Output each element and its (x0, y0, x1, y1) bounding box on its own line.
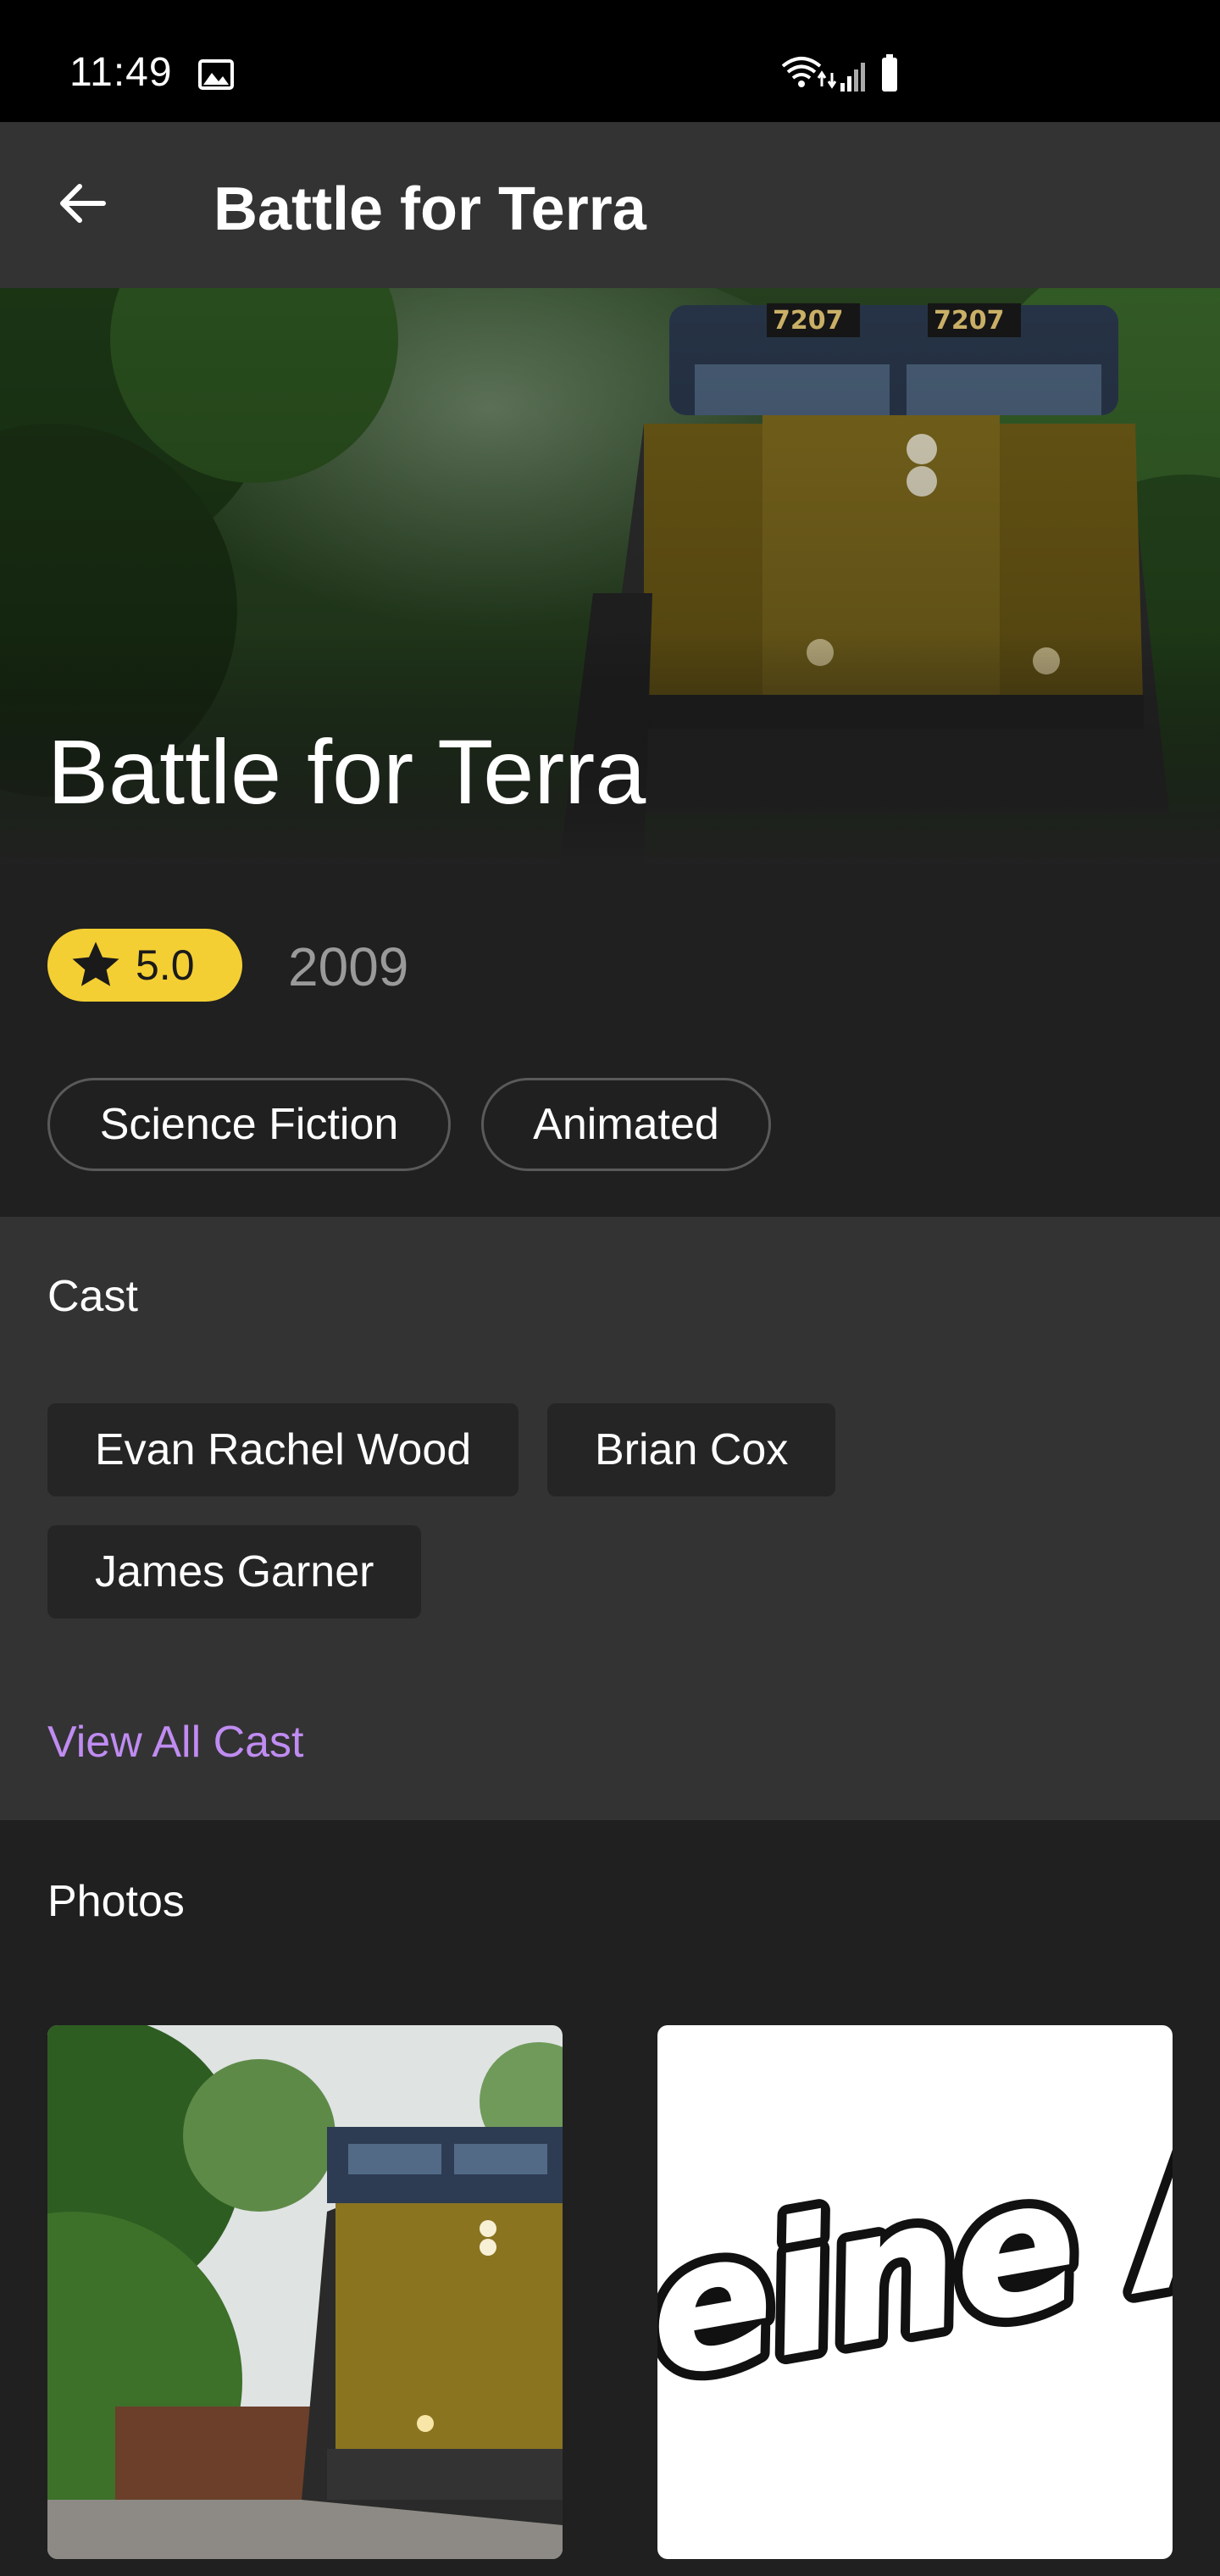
status-bar: 11:49 (0, 0, 1220, 122)
cast-member-chip[interactable]: James Garner (47, 1525, 422, 1618)
cast-member-chip[interactable]: Brian Cox (547, 1403, 836, 1496)
battery-icon (882, 54, 897, 92)
photos-section: Photos eine An eine An (0, 1820, 1220, 2576)
movie-title: Battle for Terra (47, 720, 646, 823)
cast-section: Cast Evan Rachel Wood Brian Cox James Ga… (0, 1217, 1220, 1820)
view-all-cast-link[interactable]: View All Cast (47, 1717, 304, 1768)
rating-badge: 5.0 (47, 929, 242, 1002)
hero-banner: 7207 7207 Battle for Terra (0, 288, 1220, 864)
movie-info: 5.0 2009 Science Fiction Animated (0, 864, 1220, 1217)
photo-thumbnail-train[interactable] (47, 2025, 563, 2559)
status-icons (781, 54, 897, 92)
signal-icon (840, 63, 865, 92)
photo-thumbnail-graphic[interactable]: eine An eine An (657, 2025, 1173, 2559)
status-time: 11:49 (69, 50, 173, 95)
wifi-icon (781, 57, 837, 89)
arrow-back-icon (60, 184, 106, 223)
train-photo (47, 2025, 563, 2559)
star-icon (72, 941, 119, 986)
photos-title: Photos (47, 1877, 185, 1926)
release-year: 2009 (288, 936, 409, 997)
app-bar-title: Battle for Terra (214, 175, 646, 243)
cast-member-chip[interactable]: Evan Rachel Wood (47, 1403, 519, 1496)
genre-chip[interactable]: Science Fiction (47, 1078, 451, 1171)
back-button[interactable] (42, 164, 120, 242)
app-bar: Battle for Terra (0, 122, 1220, 288)
lettering-photo: eine An eine An (657, 2025, 1173, 2559)
image-icon (198, 59, 234, 90)
rating-value: 5.0 (136, 941, 195, 989)
genre-chip[interactable]: Animated (481, 1078, 771, 1171)
cast-title: Cast (47, 1272, 138, 1321)
